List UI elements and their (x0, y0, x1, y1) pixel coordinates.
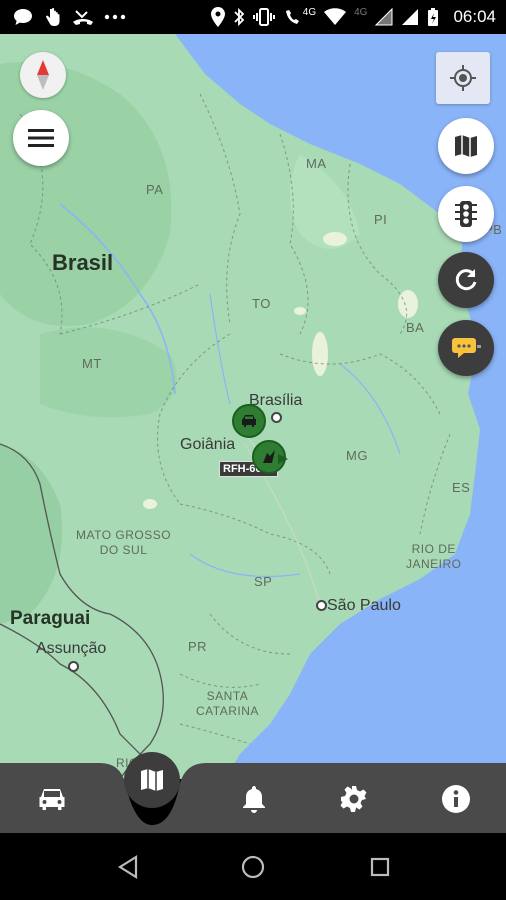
state-label-to: TO (252, 296, 271, 311)
parked-marker-icon (263, 450, 275, 463)
refresh-icon (455, 269, 477, 291)
network-type-label: 4G (302, 6, 317, 18)
state-label-ms: MATO GROSSO DO SUL (76, 528, 172, 557)
city-marker-brasilia (271, 412, 282, 423)
city-marker-assuncao (68, 661, 79, 672)
compass-icon (37, 60, 49, 90)
state-label-mt: MT (82, 356, 102, 371)
back-icon (117, 855, 138, 879)
state-label-rj: RIO DE JANEIRO (406, 542, 462, 571)
nav-map-button[interactable] (124, 752, 180, 808)
wifi-icon (324, 8, 347, 25)
map-view[interactable]: Brasil Paraguai PA MA PI TO BA MT MG ES … (0, 34, 506, 779)
country-label-paraguai: Paraguai (10, 608, 91, 629)
nav-notifications-button[interactable] (232, 777, 276, 821)
bluetooth-icon (234, 7, 245, 27)
back-button[interactable] (108, 847, 148, 887)
map-layers-icon (455, 135, 477, 157)
battery-icon (428, 8, 439, 26)
country-label-brasil: Brasil (52, 250, 114, 275)
state-label-pi: PI (374, 212, 388, 227)
nav-vehicles-button[interactable] (26, 777, 78, 821)
marker-pointer-icon (278, 454, 288, 464)
chat-button[interactable] (438, 320, 494, 376)
chat-bubble-icon (14, 9, 32, 25)
location-pin-icon (210, 7, 225, 27)
wifi-call-icon (285, 10, 299, 24)
more-icon (104, 14, 126, 20)
recents-icon (370, 857, 390, 877)
my-location-icon (450, 65, 476, 91)
nav-info-button[interactable] (434, 777, 478, 821)
home-button[interactable] (233, 847, 273, 887)
traffic-icon (455, 201, 477, 227)
system-navigation-bar (0, 833, 506, 900)
state-label-ba: BA (406, 320, 425, 335)
vibrate-icon (252, 8, 275, 26)
state-label-pa: PA (146, 182, 164, 197)
city-label-goiania: Goiânia (180, 436, 236, 453)
state-label-es: ES (452, 480, 471, 495)
state-label-ma: MA (306, 156, 327, 171)
chat-icon (452, 338, 481, 358)
state-label-sc: SANTA CATARINA (196, 689, 259, 718)
nav-settings-button[interactable] (332, 777, 376, 821)
compass-button[interactable] (20, 52, 66, 98)
status-bar: 4G 4G 06:04 (0, 0, 506, 34)
map-icon (141, 769, 163, 791)
my-location-button[interactable] (436, 52, 490, 104)
info-icon (442, 785, 470, 813)
map-layers-button[interactable] (438, 118, 494, 174)
city-label-assuncao: Assunção (36, 640, 107, 657)
bell-icon (243, 786, 265, 813)
hand-icon (46, 8, 60, 26)
bottom-navigation (0, 752, 506, 833)
gear-icon (340, 786, 367, 812)
menu-icon (28, 129, 54, 147)
home-icon (241, 855, 265, 879)
recents-button[interactable] (360, 847, 400, 887)
clock: 06:04 (453, 7, 496, 26)
state-label-mg: MG (346, 448, 368, 463)
menu-button[interactable] (13, 110, 69, 166)
traffic-button[interactable] (438, 186, 494, 242)
city-label-sao-paulo: São Paulo (327, 597, 401, 614)
city-marker-sao-paulo (316, 600, 327, 611)
refresh-button[interactable] (438, 252, 494, 308)
vehicle-marker-car[interactable] (232, 404, 266, 438)
network-type-label-dim: 4G (354, 6, 368, 18)
missed-call-icon (73, 10, 93, 25)
state-label-sp: SP (254, 574, 273, 589)
car-marker-icon (242, 415, 256, 427)
signal-icon (375, 8, 393, 26)
signal-icon-2 (402, 9, 419, 25)
state-label-pr: PR (188, 639, 208, 654)
car-icon (39, 789, 65, 810)
